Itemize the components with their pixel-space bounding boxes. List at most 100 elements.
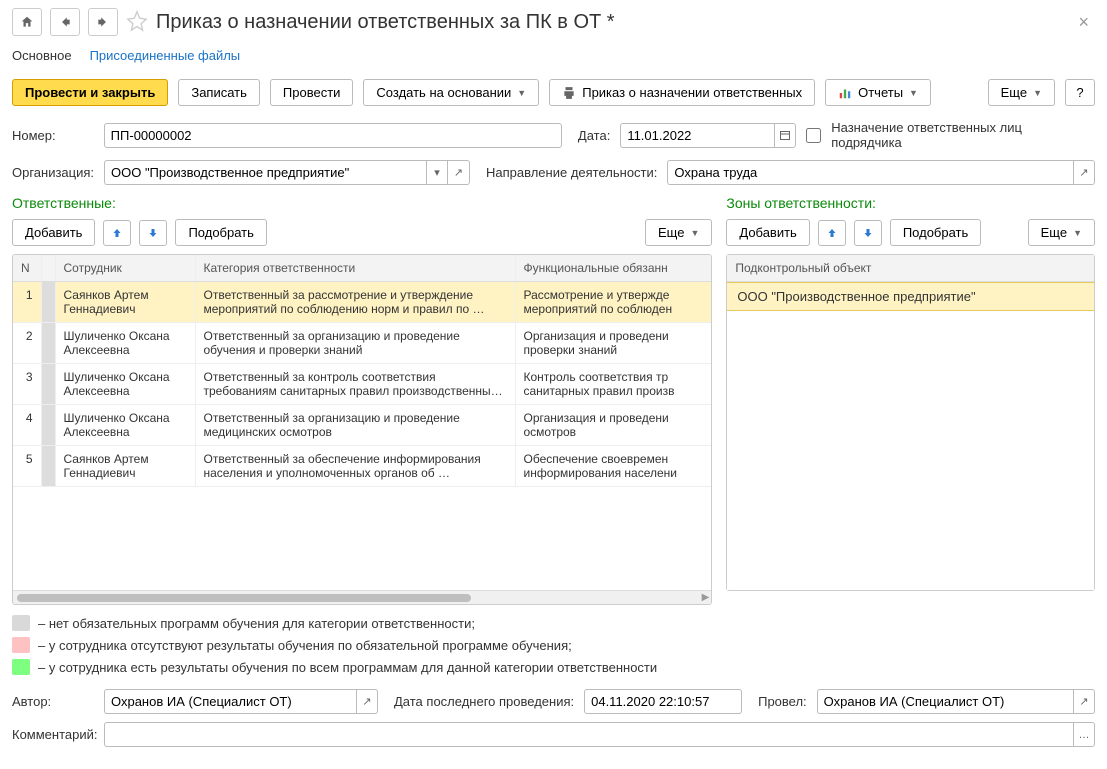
cell-employee: Саянков Артем Геннадиевич xyxy=(55,282,195,323)
lastpost-label: Дата последнего проведения: xyxy=(394,694,574,709)
caret-down-icon: ▼ xyxy=(1033,88,1042,98)
comment-input[interactable] xyxy=(104,722,1073,747)
number-input[interactable] xyxy=(104,123,562,148)
reports-icon xyxy=(838,86,852,100)
ellipsis-icon[interactable]: … xyxy=(1073,722,1095,747)
more-button[interactable]: Еще ▼ xyxy=(988,79,1055,106)
legend-text-green: – у сотрудника есть результаты обучения … xyxy=(38,660,657,675)
col-header-category[interactable]: Категория ответственности xyxy=(195,255,515,282)
table-row[interactable]: 4 Шуличенко Оксана АлексеевнаОтветственны… xyxy=(13,405,711,446)
cell-duties: Контроль соответствия тр санитарных прав… xyxy=(515,364,711,405)
zone-row[interactable]: ООО "Производственное предприятие" xyxy=(727,282,1094,311)
help-button[interactable]: ? xyxy=(1065,79,1095,106)
contractor-checkbox[interactable] xyxy=(806,128,821,143)
favorite-star-icon[interactable] xyxy=(126,10,148,35)
cell-category: Ответственный за контроль соответствия т… xyxy=(195,364,515,405)
zones-more-button[interactable]: Еще▼ xyxy=(1028,219,1095,246)
cell-status xyxy=(41,323,55,364)
responsible-more-button[interactable]: Еще▼ xyxy=(645,219,712,246)
reports-button[interactable]: Отчеты ▼ xyxy=(825,79,931,106)
horizontal-scrollbar[interactable]: ▶ xyxy=(13,590,711,604)
table-row[interactable]: 5 Саянков Артем ГеннадиевичОтветственный … xyxy=(13,446,711,487)
post-and-close-button[interactable]: Провести и закрыть xyxy=(12,79,168,106)
table-row[interactable]: 3 Шуличенко Оксана АлексеевнаОтветственны… xyxy=(13,364,711,405)
author-input[interactable] xyxy=(104,689,356,714)
poster-input[interactable] xyxy=(817,689,1073,714)
open-ref-icon[interactable]: ↗ xyxy=(1073,689,1095,714)
zones-title: Зоны ответственности: xyxy=(726,195,1095,211)
page-title: Приказ о назначении ответственных за ПК … xyxy=(156,11,1064,34)
tab-attachments[interactable]: Присоединенные файлы xyxy=(90,48,241,65)
date-input[interactable] xyxy=(620,123,774,148)
back-button[interactable] xyxy=(50,8,80,36)
cell-duties: Рассмотрение и утвержде мероприятий по с… xyxy=(515,282,711,323)
zones-col-header[interactable]: Подконтрольный объект xyxy=(727,255,1094,282)
col-header-status[interactable] xyxy=(41,255,55,282)
print-order-button[interactable]: Приказ о назначении ответственных xyxy=(549,79,815,106)
responsible-title: Ответственные: xyxy=(12,195,712,211)
direction-input[interactable] xyxy=(667,160,1073,185)
org-input[interactable] xyxy=(104,160,426,185)
col-header-duties[interactable]: Функциональные обязанн xyxy=(515,255,711,282)
move-up-button[interactable] xyxy=(818,220,846,246)
cell-employee: Шуличенко Оксана Алексеевна xyxy=(55,405,195,446)
cell-category: Ответственный за рассмотрение и утвержде… xyxy=(195,282,515,323)
cell-employee: Саянков Артем Геннадиевич xyxy=(55,446,195,487)
cell-n: 3 xyxy=(13,364,41,405)
cell-employee: Шуличенко Оксана Алексеевна xyxy=(55,364,195,405)
print-icon xyxy=(562,86,576,100)
contractor-label: Назначение ответственных лиц подрядчика xyxy=(831,120,1095,150)
legend-swatch-pink xyxy=(12,637,30,653)
comment-label: Комментарий: xyxy=(12,727,94,742)
cell-category: Ответственный за обеспечение информирова… xyxy=(195,446,515,487)
open-ref-icon[interactable]: ↗ xyxy=(448,160,470,185)
move-down-button[interactable] xyxy=(854,220,882,246)
table-row[interactable]: 1 Саянков Артем ГеннадиевичОтветственный … xyxy=(13,282,711,323)
poster-label: Провел: xyxy=(758,694,807,709)
org-label: Организация: xyxy=(12,165,94,180)
legend-text-pink: – у сотрудника отсутствуют результаты об… xyxy=(38,638,572,653)
cell-status xyxy=(41,446,55,487)
create-based-on-button[interactable]: Создать на основании ▼ xyxy=(363,79,539,106)
direction-label: Направление деятельности: xyxy=(486,165,657,180)
create-based-label: Создать на основании xyxy=(376,85,511,100)
responsible-pick-button[interactable]: Подобрать xyxy=(175,219,266,246)
print-order-label: Приказ о назначении ответственных xyxy=(582,85,802,100)
dropdown-icon[interactable]: ▾ xyxy=(426,160,448,185)
zones-add-button[interactable]: Добавить xyxy=(726,219,809,246)
cell-status xyxy=(41,364,55,405)
caret-down-icon: ▼ xyxy=(909,88,918,98)
cell-category: Ответственный за организацию и проведени… xyxy=(195,405,515,446)
open-ref-icon[interactable]: ↗ xyxy=(1073,160,1095,185)
zones-pick-button[interactable]: Подобрать xyxy=(890,219,981,246)
responsible-add-button[interactable]: Добавить xyxy=(12,219,95,246)
cell-status xyxy=(41,405,55,446)
forward-button[interactable] xyxy=(88,8,118,36)
open-ref-icon[interactable]: ↗ xyxy=(356,689,378,714)
post-button[interactable]: Провести xyxy=(270,79,354,106)
save-button[interactable]: Записать xyxy=(178,79,260,106)
cell-n: 2 xyxy=(13,323,41,364)
reports-label: Отчеты xyxy=(858,85,903,100)
move-down-button[interactable] xyxy=(139,220,167,246)
more-label: Еще xyxy=(1001,85,1027,100)
col-header-n[interactable]: N xyxy=(13,255,41,282)
move-up-button[interactable] xyxy=(103,220,131,246)
cell-duties: Обеспечение своевремен информирования на… xyxy=(515,446,711,487)
cell-n: 1 xyxy=(13,282,41,323)
cell-n: 5 xyxy=(13,446,41,487)
date-label: Дата: xyxy=(578,128,610,143)
tab-main[interactable]: Основное xyxy=(12,48,72,65)
calendar-icon[interactable] xyxy=(774,123,796,148)
cell-duties: Организация и проведени осмотров xyxy=(515,405,711,446)
cell-n: 4 xyxy=(13,405,41,446)
cell-status xyxy=(41,282,55,323)
lastpost-input[interactable] xyxy=(584,689,742,714)
caret-down-icon: ▼ xyxy=(517,88,526,98)
home-button[interactable] xyxy=(12,8,42,36)
legend-swatch-gray xyxy=(12,615,30,631)
table-row[interactable]: 2Шуличенко Оксана АлексеевнаОтветственны… xyxy=(13,323,711,364)
col-header-employee[interactable]: Сотрудник xyxy=(55,255,195,282)
author-label: Автор: xyxy=(12,694,94,709)
close-button[interactable]: × xyxy=(1072,12,1095,33)
